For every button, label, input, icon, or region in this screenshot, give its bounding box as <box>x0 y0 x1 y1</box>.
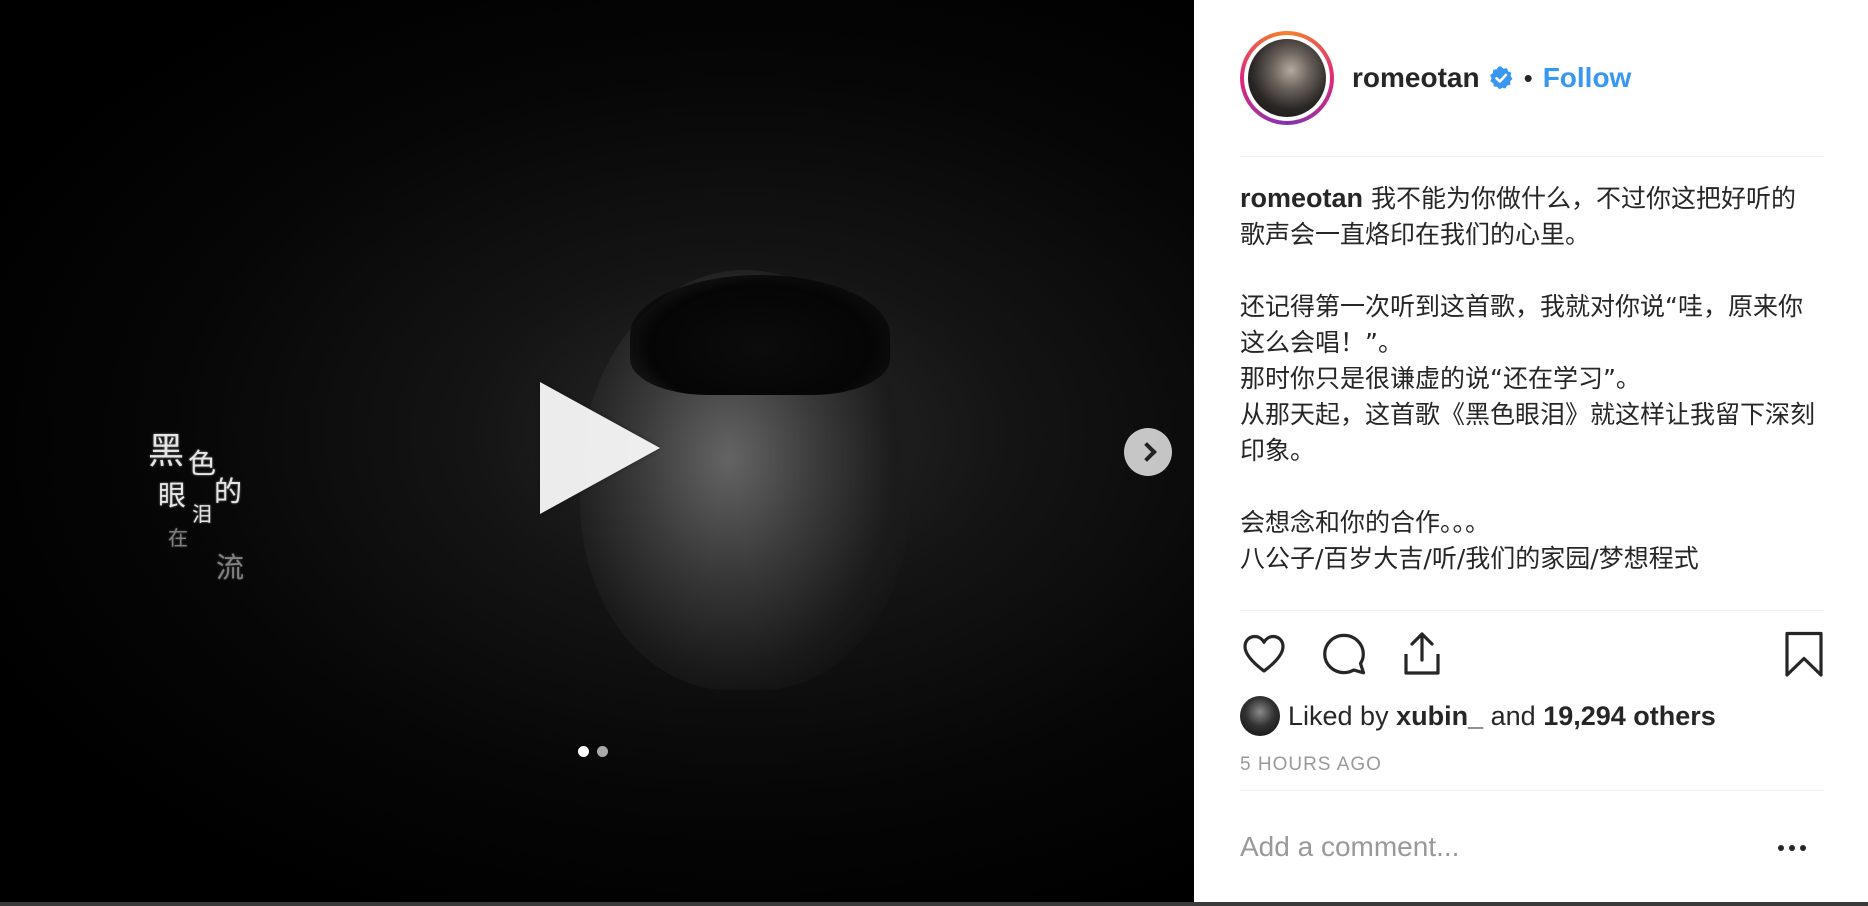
username-link[interactable]: romeotan <box>1352 62 1480 94</box>
liker-username-link[interactable]: xubin_ <box>1396 701 1483 732</box>
carousel-dot <box>597 746 608 757</box>
post-timestamp[interactable]: 5 HOURS AGO <box>1240 754 1382 776</box>
post-header: romeotan • Follow <box>1240 30 1822 126</box>
comment-bubble-icon[interactable] <box>1320 630 1368 678</box>
caption-text: 还记得第一次听到这首歌，我就对你说“哇，原来你这么会唱！”。 <box>1240 292 1803 357</box>
caption-text: 会想念和你的合作。。。 <box>1240 508 1491 537</box>
chevron-right-icon[interactable] <box>1124 428 1172 476</box>
video-frame-hair <box>630 275 890 395</box>
story-ring[interactable] <box>1240 31 1334 125</box>
lyric-char: 泪 <box>192 502 212 526</box>
post-caption: romeotan 我不能为你做什么，不过你这把好听的歌声会一直烙印在我们的心里。… <box>1240 180 1820 577</box>
likes-count-link[interactable]: 19,294 others <box>1543 701 1716 732</box>
play-icon[interactable] <box>540 382 660 514</box>
likes-summary: Liked by xubin_ and 19,294 others <box>1240 696 1716 736</box>
avatar-border <box>1244 35 1330 121</box>
carousel-indicator <box>578 746 608 757</box>
avatar[interactable] <box>1248 39 1326 117</box>
dot <box>1778 845 1784 851</box>
liker-avatar[interactable] <box>1240 696 1280 736</box>
lyric-char: 在 <box>168 526 188 550</box>
caption-text: 那时你只是很谦虚的说“还在学习”。 <box>1240 364 1641 393</box>
background-strip <box>0 902 1868 906</box>
caption-paragraph: romeotan 我不能为你做什么，不过你这把好听的歌声会一直烙印在我们的心里。 <box>1240 180 1820 253</box>
post-modal: 黑 色 的 眼 泪 在 流 romeotan • Follow romeotan… <box>0 0 1868 906</box>
lyric-char: 眼 <box>158 479 187 512</box>
likes-and: and <box>1490 700 1536 731</box>
heart-icon[interactable] <box>1240 630 1288 678</box>
lyric-char: 的 <box>214 475 243 508</box>
divider <box>1240 156 1824 157</box>
divider <box>1240 610 1824 611</box>
divider <box>1240 790 1824 791</box>
dot <box>1789 845 1795 851</box>
post-details-panel: romeotan • Follow romeotan 我不能为你做什么，不过你这… <box>1194 0 1868 906</box>
caption-text: 从那天起，这首歌《黑色眼泪》就这样让我留下深刻印象。 <box>1240 400 1816 465</box>
action-bar <box>1240 630 1824 682</box>
lyric-char: 流 <box>216 551 245 584</box>
bookmark-icon[interactable] <box>1780 630 1828 678</box>
lyric-char: 黑 <box>148 431 185 472</box>
verified-badge-icon <box>1488 65 1514 91</box>
likes-prefix: Liked by <box>1288 700 1389 731</box>
carousel-dot-active <box>578 746 589 757</box>
comment-input[interactable] <box>1240 822 1760 872</box>
caption-username-link[interactable]: romeotan <box>1240 183 1363 213</box>
header-separator: • <box>1523 62 1533 93</box>
follow-button[interactable]: Follow <box>1543 62 1632 94</box>
caption-text: 八公子/百岁大吉/听/我们的家园/梦想程式 <box>1240 544 1699 573</box>
more-options-icon[interactable] <box>1778 836 1812 860</box>
lyric-char: 色 <box>188 447 217 480</box>
share-icon[interactable] <box>1398 630 1446 678</box>
video-player[interactable]: 黑 色 的 眼 泪 在 流 <box>0 0 1194 906</box>
dot <box>1800 845 1806 851</box>
